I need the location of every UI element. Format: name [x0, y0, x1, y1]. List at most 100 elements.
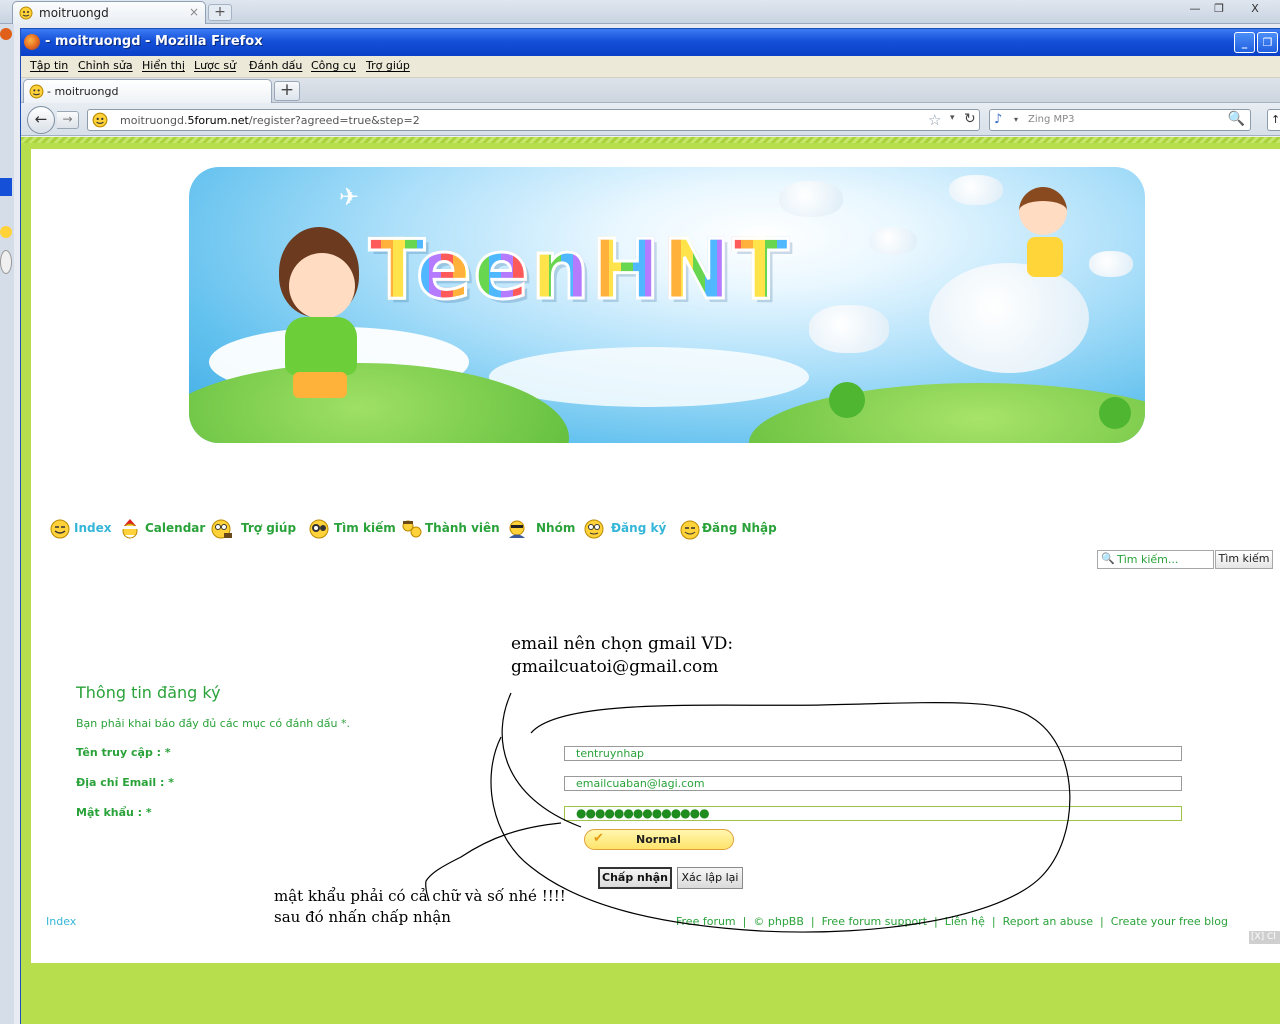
- menu-tools[interactable]: Công cụ: [311, 59, 356, 72]
- footer-link-free-forum[interactable]: Free forum: [676, 915, 736, 928]
- minimize-icon[interactable]: _: [1234, 32, 1255, 53]
- minimize-icon[interactable]: —: [1184, 2, 1206, 18]
- menu-edit[interactable]: Chỉnh sửa: [78, 59, 133, 72]
- divider: |: [934, 915, 938, 928]
- back-button-fragment: [0, 250, 12, 274]
- restore-icon[interactable]: ❐: [1257, 32, 1278, 53]
- boy-shirt-shape: [1027, 237, 1063, 277]
- navigation-toolbar: ← → moitruongd.5forum.net/register?agree…: [21, 103, 1280, 136]
- username-field[interactable]: tentruynhap: [564, 746, 1182, 761]
- menu-bookmarks[interactable]: Đánh dấu: [249, 59, 302, 72]
- url-bar[interactable]: moitruongd.5forum.net/register?agreed=tr…: [87, 109, 980, 131]
- web-page: ✈ TeenHNT TeenHNT Index Calendar Trợ giú…: [21, 137, 1280, 1024]
- url-text[interactable]: moitruongd.5forum.net/register?agreed=tr…: [120, 114, 420, 127]
- nav-label: Thành viên: [425, 521, 500, 535]
- restore-icon[interactable]: ❐: [1208, 2, 1230, 18]
- help-smiley-icon: [211, 519, 232, 539]
- url-dropdown-icon[interactable]: ▾: [950, 113, 955, 123]
- email-field[interactable]: emailcuaban@lagi.com: [564, 776, 1182, 791]
- tree-shape: [829, 382, 865, 418]
- reset-button[interactable]: Xác lập lại: [677, 867, 743, 889]
- tab-bar: - moitruongd +: [21, 78, 1280, 103]
- browser-search-placeholder: Zing MP3: [1028, 114, 1075, 125]
- girl-shorts-shape: [293, 372, 347, 398]
- register-smiley-icon: [584, 519, 604, 539]
- menu-view[interactable]: Hiển thị: [142, 59, 185, 72]
- sheep-shape: [809, 305, 889, 353]
- toolbar-overflow-button[interactable]: ↑: [1267, 109, 1280, 131]
- sheep-shape: [779, 181, 843, 217]
- footer-link-phpbb[interactable]: phpBB: [768, 915, 804, 928]
- footer-link-report-abuse[interactable]: Report an abuse: [1003, 915, 1093, 928]
- close-window-icon[interactable]: X: [1244, 2, 1266, 18]
- tab-moitruongd[interactable]: - moitruongd: [23, 79, 272, 103]
- firefox-logo-icon: [24, 34, 40, 50]
- footer-link-free-blog[interactable]: Create your free blog: [1111, 915, 1228, 928]
- menu-help[interactable]: Trợ giúp: [366, 59, 410, 72]
- annotation-line: sau đó nhấn chấp nhận: [274, 908, 451, 926]
- boy-head-shape: [1019, 187, 1067, 235]
- url-path: /register?agreed=true&step=2: [248, 114, 420, 127]
- reload-icon[interactable]: ↻: [964, 111, 976, 127]
- sheep-shape: [869, 227, 917, 255]
- password-field[interactable]: ●●●●●●●●●●●●●●: [564, 806, 1182, 821]
- window-fragment: [0, 178, 12, 196]
- menu-file[interactable]: Tập tin: [30, 59, 68, 72]
- new-tab-button[interactable]: +: [274, 81, 300, 101]
- hill-shape: [749, 383, 1145, 443]
- big-sheep-shape: [929, 263, 1089, 373]
- new-tab-button[interactable]: +: [208, 4, 232, 21]
- content-panel: ✈ TeenHNT TeenHNT Index Calendar Trợ giú…: [31, 149, 1280, 963]
- annotation-line: gmailcuatoi@gmail.com: [511, 657, 719, 677]
- menu-history[interactable]: Lược sử: [194, 59, 236, 72]
- nav-label: Đăng ký: [611, 521, 667, 535]
- search-icon[interactable]: 🔍: [1228, 111, 1245, 127]
- login-smiley-icon: [680, 520, 700, 540]
- forward-button[interactable]: →: [57, 111, 79, 129]
- close-ad-button[interactable]: [X] Cl: [1249, 931, 1280, 944]
- search-input[interactable]: 🔍 Tìm kiếm...: [1097, 550, 1214, 569]
- bookmark-star-icon[interactable]: ☆: [928, 111, 941, 129]
- email-label: Địa chỉ Email : *: [76, 776, 174, 789]
- nav-label: Đăng Nhập: [702, 521, 777, 535]
- registration-note: Bạn phải khai báo đầy đủ các mục có đánh…: [76, 717, 350, 730]
- background-tab-title: moitruongd: [39, 6, 109, 20]
- girl-face-shape: [289, 253, 355, 319]
- forum-banner[interactable]: ✈ TeenHNT TeenHNT: [189, 167, 1145, 443]
- background-tab[interactable]: moitruongd ×: [12, 1, 206, 24]
- paper-plane-icon: ✈: [339, 183, 360, 211]
- smiley-favicon-icon: [19, 6, 33, 23]
- music-note-icon[interactable]: ♪: [994, 112, 1002, 127]
- divider: |: [742, 915, 747, 928]
- search-button[interactable]: Tìm kiếm: [1215, 550, 1273, 569]
- smiley-favicon-icon: [0, 226, 12, 238]
- sheep-shape: [949, 175, 1003, 205]
- window-title: - moitruongd - Mozilla Firefox: [45, 34, 263, 49]
- submit-button[interactable]: Chấp nhận: [598, 867, 672, 889]
- footer-link-contact[interactable]: Liên hệ: [945, 915, 985, 928]
- page-top-stripe: [21, 137, 1280, 143]
- nav-label: Trợ giúp: [241, 521, 297, 535]
- smiley-favicon-icon: [29, 84, 44, 102]
- engine-dropdown-icon[interactable]: ▾: [1014, 115, 1018, 124]
- smiley-icon: [50, 519, 70, 539]
- username-label: Tên truy cập : *: [76, 746, 171, 759]
- firefox-logo-icon: [0, 28, 12, 40]
- title-bar: - moitruongd - Mozilla Firefox _ ❐: [21, 29, 1280, 56]
- annotation-password-note: mật khẩu phải có cả chữ và số nhé !!!! s…: [274, 886, 566, 928]
- browser-search-bar[interactable]: ♪ ▾ Zing MP3 🔍: [989, 109, 1251, 131]
- santa-icon: [122, 519, 138, 539]
- footer-link-copyright[interactable]: ©: [753, 915, 764, 928]
- divider: |: [991, 915, 996, 928]
- menu-bar: Tập tin Chỉnh sửa Hiển thị Lược sử Đánh …: [21, 56, 1280, 78]
- smiley-favicon-icon[interactable]: [92, 112, 108, 131]
- close-icon[interactable]: ×: [189, 5, 199, 19]
- footer-link-support[interactable]: Free forum support: [822, 915, 927, 928]
- back-button[interactable]: ←: [27, 106, 55, 134]
- search-icon: 🔍: [1101, 552, 1115, 565]
- footer-links: Free forum | © phpBB | Free forum support | Li…: [676, 915, 1228, 928]
- nav-label: Nhóm: [536, 521, 576, 535]
- annotation-line: email nên chọn gmail VD:: [511, 634, 734, 654]
- background-tab-strip: moitruongd × + — ❐ X: [0, 0, 1280, 24]
- footer-index-link[interactable]: Index: [46, 915, 76, 928]
